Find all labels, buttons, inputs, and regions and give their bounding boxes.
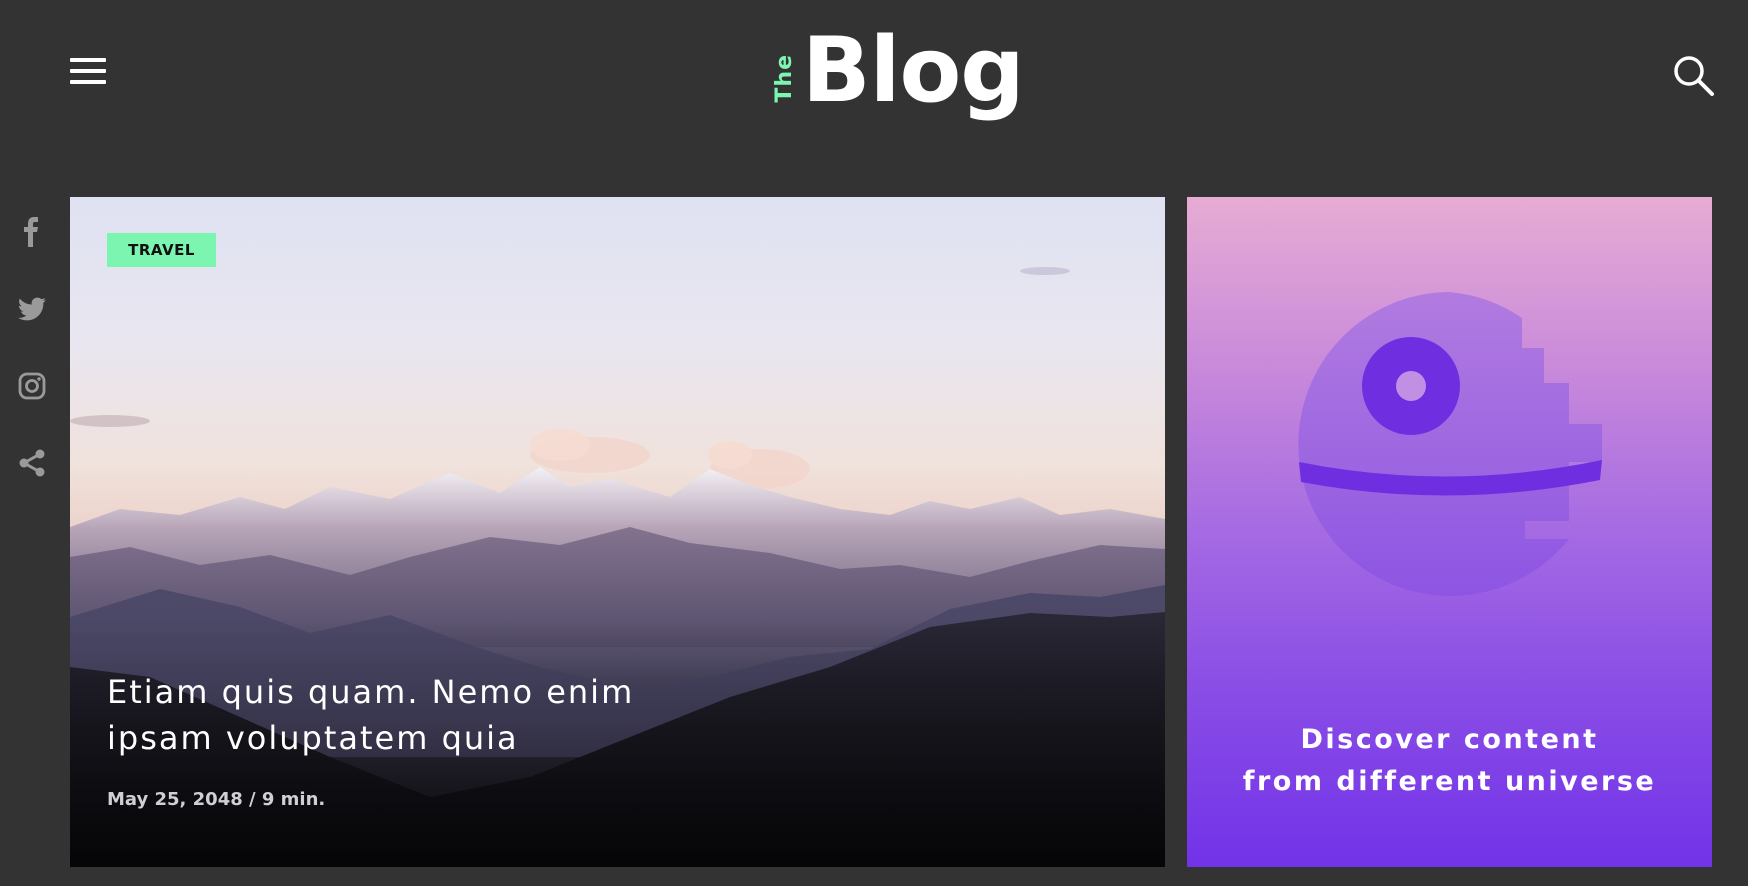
death-star-icon bbox=[1298, 292, 1602, 596]
mountain-landscape-image bbox=[70, 267, 1165, 867]
twitter-icon[interactable] bbox=[16, 293, 48, 325]
facebook-icon[interactable] bbox=[16, 216, 48, 248]
logo-main: Blog bbox=[802, 18, 1025, 123]
share-icon[interactable] bbox=[16, 447, 48, 479]
search-icon[interactable] bbox=[1672, 54, 1716, 98]
site-logo[interactable]: The Blog bbox=[772, 18, 1025, 126]
social-links bbox=[16, 216, 52, 524]
site-header: The Blog bbox=[0, 0, 1748, 150]
promo-line-2: from different universe bbox=[1242, 766, 1657, 797]
promo-card[interactable]: Discover content from different universe bbox=[1187, 197, 1712, 867]
logo-prefix: The bbox=[772, 54, 797, 103]
promo-heading: Discover content from different universe bbox=[1187, 719, 1712, 803]
hamburger-menu-icon[interactable] bbox=[70, 58, 106, 92]
post-meta: May 25, 2048 / 9 min. bbox=[107, 789, 326, 810]
featured-post-card[interactable]: TRAVEL Etiam quis quam. Nemo enim ipsam … bbox=[70, 197, 1165, 867]
instagram-icon[interactable] bbox=[16, 370, 48, 402]
category-tag[interactable]: TRAVEL bbox=[107, 233, 216, 267]
promo-line-1: Discover content bbox=[1300, 724, 1599, 755]
post-title[interactable]: Etiam quis quam. Nemo enim ipsam volupta… bbox=[107, 669, 747, 761]
